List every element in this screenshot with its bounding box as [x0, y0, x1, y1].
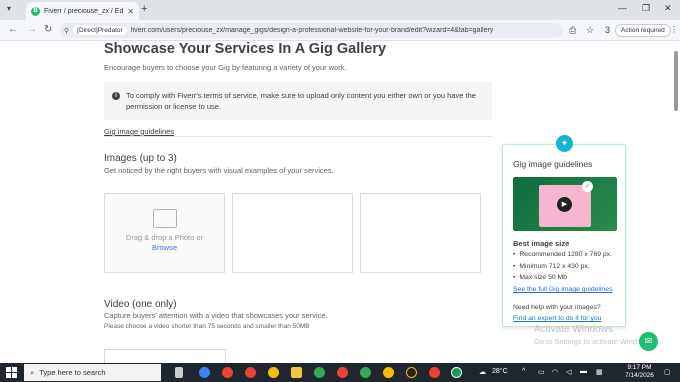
divider	[104, 136, 492, 137]
video-section-title: Video (one only)	[104, 299, 177, 310]
search-icon: ⌕	[30, 367, 35, 377]
images-section-title: Images (up to 3)	[104, 153, 177, 164]
browser-tab[interactable]: B Fiverr / preciouse_zx / Edit Gig ✕	[26, 2, 139, 20]
chrome-icon[interactable]	[429, 367, 440, 378]
taskbar-search[interactable]: ⌕ Type here to search	[24, 364, 161, 381]
video-section-note: Please choose a video shorter than 75 se…	[104, 323, 310, 330]
app-icon[interactable]	[199, 367, 210, 378]
best-size-title: Best image size	[513, 239, 570, 248]
size-item: Minimum 712 x 430 px.	[513, 261, 612, 273]
browse-link[interactable]: Browse	[152, 243, 177, 252]
windows-taskbar: ⌕ Type here to search ☁ 28°C ^ ▭ ◠ ◁ ▬ ▦…	[0, 363, 680, 382]
lightbulb-icon: ✦	[556, 135, 573, 152]
chrome-icon[interactable]	[268, 367, 279, 378]
tab-search-icon[interactable]: ▾	[7, 4, 11, 13]
app-icon[interactable]	[406, 367, 417, 378]
info-icon: i	[112, 92, 120, 100]
taskbar-clock[interactable]: 9:17 PM 7/14/2026	[625, 364, 654, 380]
close-tab-icon[interactable]: ✕	[127, 7, 134, 16]
page-content: Showcase Your Services In A Gig Gallery …	[0, 41, 680, 363]
battery-icon[interactable]: ▭	[538, 368, 545, 376]
back-button[interactable]: ←	[8, 24, 18, 35]
image-upload-slot-3[interactable]	[360, 193, 481, 273]
notice-text: To comply with Fiverr's terms of service…	[126, 91, 476, 111]
site-tag: [Direct]Predator	[73, 26, 127, 35]
reload-button[interactable]: ↻	[44, 24, 52, 35]
url-text[interactable]: fiverr.com/users/preciouse_zx/manage_gig…	[131, 27, 494, 34]
page-subtitle: Encourage buyers to choose your Gig by f…	[104, 63, 347, 72]
chrome-icon[interactable]	[360, 367, 371, 378]
forward-button[interactable]: →	[27, 24, 37, 35]
wifi-icon[interactable]: ◠	[552, 368, 558, 376]
images-section-subtitle: Get noticed by the right buyers with vis…	[104, 166, 334, 175]
clock-date: 7/14/2026	[625, 372, 654, 379]
notifications-icon[interactable]: ▢	[664, 368, 671, 376]
windows-start-icon[interactable]	[6, 367, 17, 378]
new-tab-button[interactable]: +	[141, 3, 147, 15]
minimize-icon[interactable]: —	[618, 3, 627, 13]
image-upload-slot-1[interactable]: Drag & drop a Photo or Browse	[104, 193, 225, 273]
tab-title: Fiverr / preciouse_zx / Edit Gig	[44, 7, 124, 15]
example-gig-image: ▶ ✓	[513, 177, 617, 231]
site-info-icon[interactable]: ⚲	[64, 27, 69, 35]
weather-temp[interactable]: 28°C	[492, 368, 508, 375]
chrome-icon[interactable]	[222, 367, 233, 378]
volume-icon[interactable]: ◁	[566, 368, 571, 376]
image-upload-slot-2[interactable]	[232, 193, 353, 273]
page-title: Showcase Your Services In A Gig Gallery	[104, 41, 387, 57]
activate-windows-subtitle: Go to Settings to activate Windows.	[534, 337, 653, 346]
guidelines-tooltip: Gig image guidelines ▶ ✓ Best image size…	[502, 144, 626, 327]
browser-toolbar: ← → ↻ ⚲ [Direct]Predator fiverr.com/user…	[0, 20, 680, 41]
drag-drop-text: Drag & drop a Photo or Browse	[125, 233, 204, 252]
size-list: Recommended 1280 x 769 px. Minimum 712 x…	[513, 249, 612, 284]
photo-placeholder-icon	[153, 209, 177, 228]
full-guidelines-link[interactable]: See the full Gig image guidelines	[513, 286, 612, 293]
chrome-icon[interactable]	[383, 367, 394, 378]
extension-badge[interactable]: 3	[605, 25, 610, 35]
bookmark-star-icon[interactable]: ☆	[586, 25, 594, 36]
play-icon: ▶	[557, 197, 572, 212]
fiverr-favicon-icon: B	[31, 6, 40, 16]
restore-icon[interactable]: ❐	[642, 3, 650, 14]
tray-chevron-icon[interactable]: ^	[522, 368, 525, 375]
keyboard-icon[interactable]: ▦	[596, 368, 603, 376]
chrome-icon[interactable]	[314, 367, 325, 378]
action-required-button[interactable]: Action required	[615, 24, 671, 37]
close-window-icon[interactable]: ✕	[664, 3, 672, 14]
file-explorer-icon[interactable]	[291, 367, 302, 378]
size-item: Max size 50 Mb	[513, 272, 612, 284]
task-view-icon[interactable]	[175, 367, 183, 378]
weather-icon[interactable]: ☁	[479, 368, 486, 376]
terms-notice: i To comply with Fiverr's terms of servi…	[104, 82, 492, 120]
browser-menu-icon[interactable]: ⋮	[670, 25, 678, 34]
size-item: Recommended 1280 x 769 px.	[513, 249, 612, 261]
tooltip-title: Gig image guidelines	[513, 159, 593, 169]
activate-windows-title: Activate Windows	[534, 324, 613, 335]
video-upload-slot[interactable]	[104, 349, 226, 363]
chrome-icon[interactable]	[337, 367, 348, 378]
drive-icon[interactable]: ▬	[580, 368, 587, 375]
address-bar[interactable]: ⚲ [Direct]Predator fiverr.com/users/prec…	[60, 23, 563, 38]
gig-image-guidelines-link[interactable]: Gig image guidelines	[104, 127, 174, 136]
clock-time: 9:17 PM	[627, 364, 652, 371]
install-app-icon[interactable]: ⎙	[569, 25, 576, 36]
tab-strip: ▾ B Fiverr / preciouse_zx / Edit Gig ✕ +…	[0, 0, 680, 20]
search-placeholder: Type here to search	[39, 368, 106, 377]
find-expert-link[interactable]: Find an expert to do it for you	[513, 315, 601, 322]
check-icon: ✓	[582, 181, 593, 192]
chat-button[interactable]: ✉	[639, 332, 658, 351]
video-section-subtitle: Capture buyers' attention with a video t…	[104, 311, 328, 320]
help-text: Need help with your images?	[513, 304, 601, 311]
active-chrome-icon[interactable]	[451, 367, 462, 378]
page-scrollbar[interactable]	[674, 51, 678, 111]
chrome-icon[interactable]	[245, 367, 256, 378]
